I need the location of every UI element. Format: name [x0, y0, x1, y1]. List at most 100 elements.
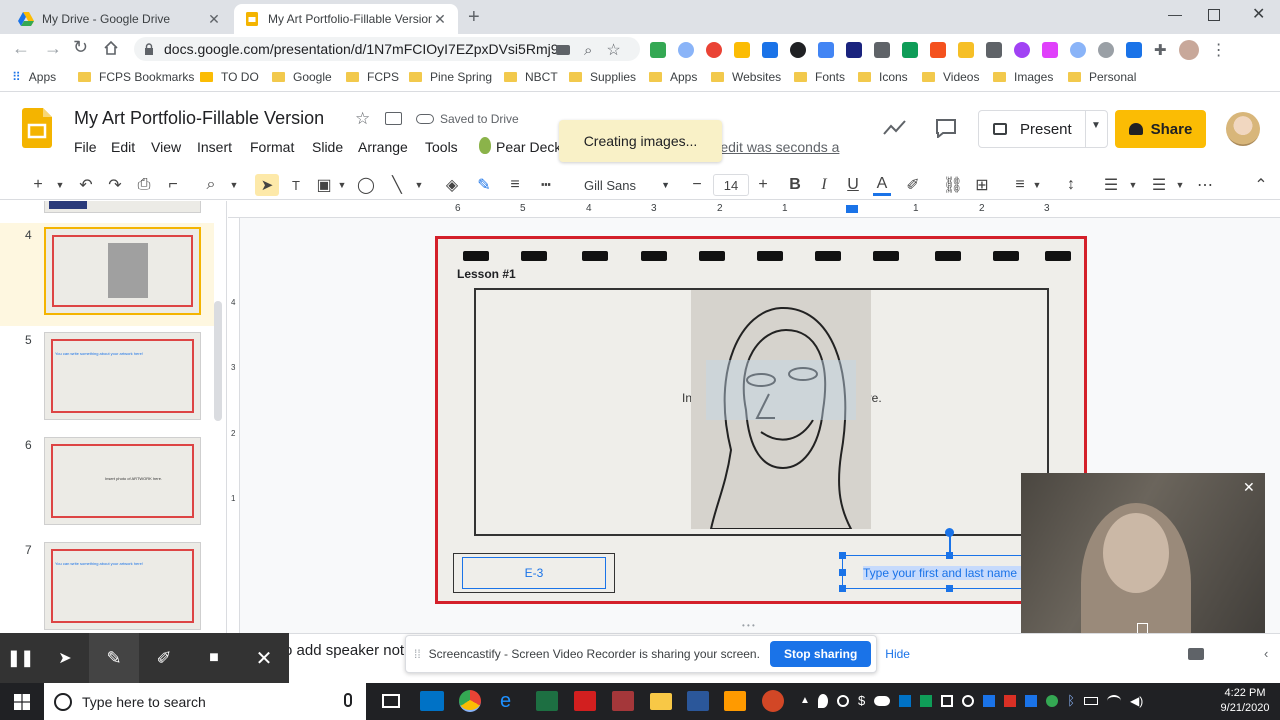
document-title[interactable]: My Art Portfolio-Fillable Version	[74, 108, 324, 129]
extension-icon[interactable]	[874, 42, 890, 58]
menu-edit[interactable]: Edit	[111, 139, 135, 155]
text-box-icon[interactable]: T	[286, 174, 306, 196]
bookmark-item[interactable]: TO DO	[200, 70, 259, 84]
cast-icon[interactable]	[556, 45, 570, 55]
new-slide-icon[interactable]: +	[30, 174, 46, 196]
extension-icon[interactable]	[650, 42, 666, 58]
print-icon[interactable]: ⎙	[135, 174, 153, 196]
outlook-icon[interactable]	[420, 691, 444, 711]
pen-icon[interactable]: ✎	[89, 633, 139, 683]
bookmark-item[interactable]: Websites	[711, 70, 781, 84]
select-cursor-icon[interactable]: ➤	[255, 174, 279, 196]
resize-handle[interactable]	[839, 552, 846, 559]
camera-icon[interactable]: ■	[189, 649, 239, 667]
redo-icon[interactable]: ↷	[106, 174, 124, 196]
chevron-down-icon[interactable]: ▼	[1128, 174, 1138, 196]
name-text-box[interactable]: Type your first and last name	[842, 555, 1025, 589]
acrobat-icon[interactable]	[574, 691, 596, 711]
menu-view[interactable]: View	[151, 139, 181, 155]
task-view-icon[interactable]	[382, 694, 400, 708]
slide[interactable]: Lesson #1 In ere. E-3 Type your first an…	[435, 236, 1087, 604]
bookmark-item[interactable]: Fonts	[794, 70, 845, 84]
indent-marker[interactable]	[846, 205, 858, 213]
menu-file[interactable]: File	[74, 139, 97, 155]
bookmark-item[interactable]: Images	[993, 70, 1053, 84]
resize-handle[interactable]	[839, 585, 846, 592]
undo-icon[interactable]: ↶	[77, 174, 95, 196]
explore-icon[interactable]	[1188, 648, 1204, 660]
account-avatar[interactable]	[1226, 112, 1260, 146]
chevron-left-icon[interactable]: ‹	[1264, 646, 1268, 661]
comments-icon[interactable]	[935, 118, 957, 138]
extension-icon[interactable]	[902, 42, 918, 58]
bookmark-item[interactable]: FCPS	[346, 70, 399, 84]
chevron-down-icon[interactable]: ▼	[1091, 120, 1101, 131]
italic-icon[interactable]: I	[815, 174, 833, 196]
code-box[interactable]: E-3	[453, 553, 615, 593]
access-icon[interactable]	[612, 691, 634, 711]
lesson-label[interactable]: Lesson #1	[457, 267, 516, 281]
menu-pear-deck[interactable]: Pear Deck	[496, 139, 561, 155]
slides-logo-icon[interactable]	[22, 108, 52, 148]
wifi-icon[interactable]	[1107, 694, 1122, 707]
bookmark-apps[interactable]: ⠿ Apps	[12, 70, 56, 84]
chevron-down-icon[interactable]: ▼	[337, 174, 347, 196]
new-tab-icon[interactable]: +	[468, 6, 480, 29]
maximize-icon[interactable]	[1208, 9, 1220, 21]
line-spacing-icon[interactable]: ↕	[1060, 174, 1082, 196]
zoom-icon[interactable]: ⌕	[202, 174, 220, 196]
present-button[interactable]: Present ▼	[978, 110, 1108, 148]
resize-handle[interactable]	[946, 552, 953, 559]
bookmark-star-icon[interactable]: ☆	[606, 40, 620, 60]
star-icon[interactable]: ☆	[355, 109, 370, 129]
bookmark-item[interactable]: Videos	[922, 70, 979, 84]
security-icon[interactable]	[1004, 694, 1017, 707]
align-icon[interactable]: ≡	[1010, 174, 1030, 196]
edge-icon[interactable]: e	[500, 690, 511, 713]
tab-google-drive[interactable]: My Drive - Google Drive ✕	[8, 4, 232, 34]
close-controls-icon[interactable]: ✕	[239, 646, 289, 671]
border-dash-icon[interactable]: ┅	[536, 174, 556, 196]
fill-color-icon[interactable]: ◈	[443, 174, 461, 196]
extension-icon[interactable]	[986, 42, 1002, 58]
menu-tools[interactable]: Tools	[425, 139, 458, 155]
onedrive-icon[interactable]	[874, 695, 891, 706]
move-folder-icon[interactable]	[385, 112, 402, 125]
close-webcam-icon[interactable]: ✕	[1243, 479, 1255, 496]
border-color-icon[interactable]: ✎	[474, 174, 494, 196]
border-weight-icon[interactable]: ≡	[505, 174, 525, 196]
outlook-tray-icon[interactable]	[899, 694, 912, 707]
extension-icon[interactable]	[706, 42, 722, 58]
close-tab-icon[interactable]: ✕	[432, 11, 448, 28]
extension-icon[interactable]	[1014, 42, 1030, 58]
tray-icon[interactable]	[941, 694, 954, 707]
word-icon[interactable]	[687, 691, 709, 711]
font-size-input[interactable]: 14	[713, 174, 749, 196]
drag-grip-icon[interactable]: ⁞⁞	[414, 647, 421, 661]
paint-format-icon[interactable]: ⌐	[164, 174, 182, 196]
tray-icon[interactable]	[1025, 694, 1038, 707]
extension-icon[interactable]	[1126, 42, 1142, 58]
chrome-icon[interactable]	[459, 690, 481, 712]
zoom-icon[interactable]: ⌕	[584, 42, 592, 59]
hide-button[interactable]: Hide	[885, 647, 910, 661]
extension-icon[interactable]	[1042, 42, 1058, 58]
battery-icon[interactable]	[1084, 696, 1099, 705]
volume-icon[interactable]: ◀)	[1130, 694, 1143, 708]
highlighter-icon[interactable]: ✐	[139, 648, 189, 669]
extension-icon[interactable]	[958, 42, 974, 58]
bookmark-item[interactable]: Google	[272, 70, 332, 84]
drag-handle-icon[interactable]: • • •	[742, 621, 755, 630]
stop-sharing-button[interactable]: Stop sharing	[769, 641, 872, 667]
extension-icon[interactable]	[734, 42, 750, 58]
name-placeholder[interactable]: Type your first and last name	[863, 566, 1025, 580]
extension-icon[interactable]	[790, 42, 806, 58]
location-icon[interactable]	[818, 693, 828, 708]
bookmark-item[interactable]: Supplies	[569, 70, 636, 84]
extension-icon[interactable]	[762, 42, 778, 58]
more-icon[interactable]: ⋮	[1211, 40, 1227, 60]
reload-icon[interactable]: ↻	[73, 37, 88, 58]
insert-comment-icon[interactable]: ⊞	[972, 174, 992, 196]
chevron-down-icon[interactable]: ▼	[54, 174, 66, 196]
extension-icon[interactable]	[1098, 42, 1114, 58]
